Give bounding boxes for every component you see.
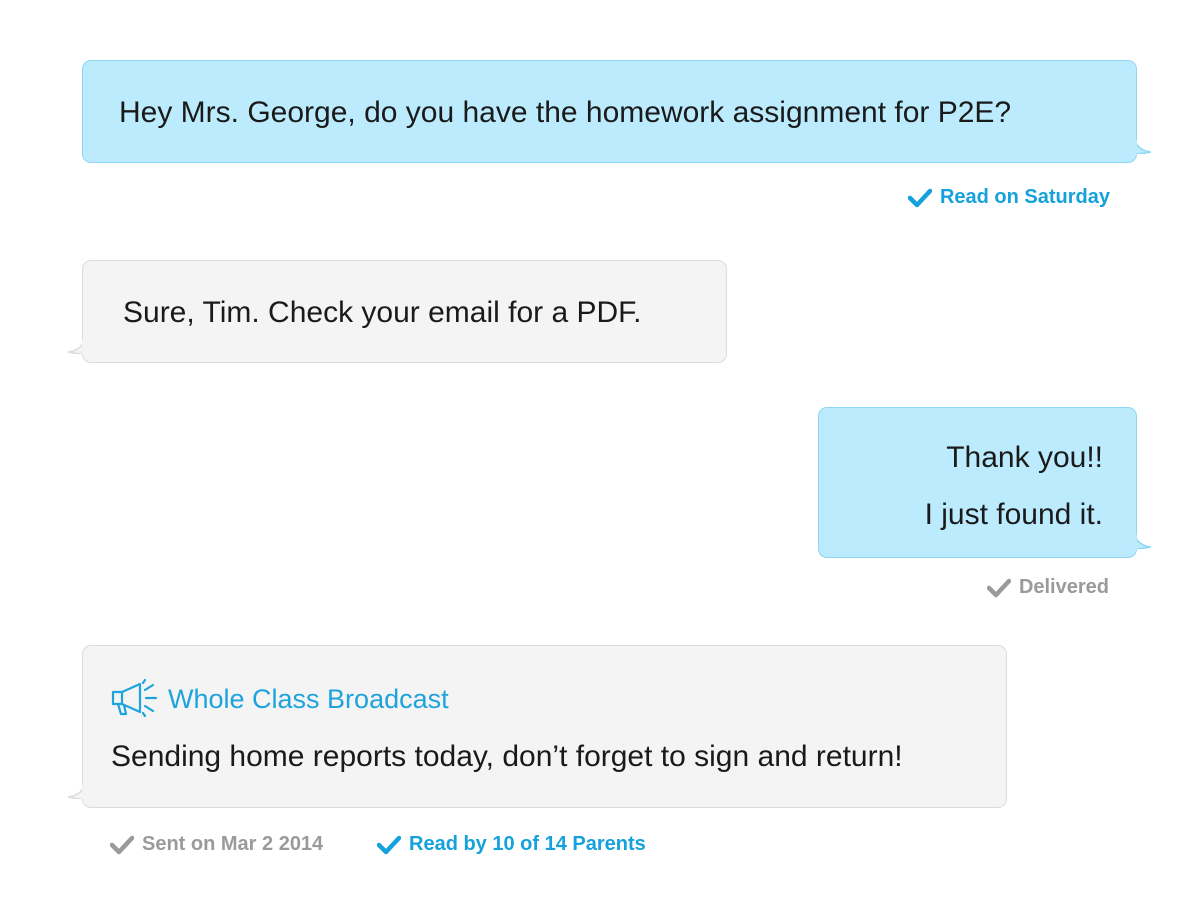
megaphone-icon bbox=[111, 679, 158, 718]
status-label: Read on Saturday bbox=[939, 186, 1110, 208]
message-text: Sending home reports today, don’t forget… bbox=[111, 740, 903, 773]
status-label: Read by 10 of 14 Parents bbox=[409, 833, 646, 855]
message-text-line: I just found it. bbox=[924, 498, 1103, 531]
conversation-thread: Hey Mrs. George, do you have the homewor… bbox=[0, 0, 1200, 900]
message-bubble-outgoing[interactable]: Hey Mrs. George, do you have the homewor… bbox=[82, 60, 1151, 163]
bubble-tail bbox=[1135, 535, 1151, 549]
broadcast-title: Whole Class Broadcast bbox=[168, 683, 449, 714]
checkmark-icon bbox=[110, 835, 134, 854]
broadcast-message-bubble[interactable]: Whole Class Broadcast Sending home repor… bbox=[68, 645, 1007, 808]
message-bubble-incoming[interactable]: Sure, Tim. Check your email for a PDF. bbox=[68, 260, 727, 363]
message-text: Sure, Tim. Check your email for a PDF. bbox=[123, 296, 642, 329]
bubble-tail bbox=[68, 340, 84, 354]
message-bubble-outgoing[interactable]: Thank you!! I just found it. bbox=[818, 407, 1151, 558]
message-status: Read on Saturday bbox=[907, 186, 1110, 209]
checkmark-icon bbox=[377, 835, 401, 854]
broadcast-header: Whole Class Broadcast bbox=[110, 679, 449, 719]
checkmark-icon bbox=[986, 578, 1011, 597]
message-text: Hey Mrs. George, do you have the homewor… bbox=[119, 96, 1012, 129]
checkmark-icon bbox=[907, 188, 932, 207]
status-label: Sent on Mar 2 2014 bbox=[142, 833, 324, 855]
read-receipt-status[interactable]: Read by 10 of 14 Parents bbox=[377, 833, 646, 856]
message-status: Delivered bbox=[986, 576, 1109, 599]
bubble-tail bbox=[68, 785, 84, 799]
status-label: Delivered bbox=[1018, 576, 1109, 598]
bubble-tail bbox=[1135, 140, 1151, 154]
message-text-line: Thank you!! bbox=[946, 441, 1103, 474]
sent-status: Sent on Mar 2 2014 bbox=[110, 833, 323, 856]
